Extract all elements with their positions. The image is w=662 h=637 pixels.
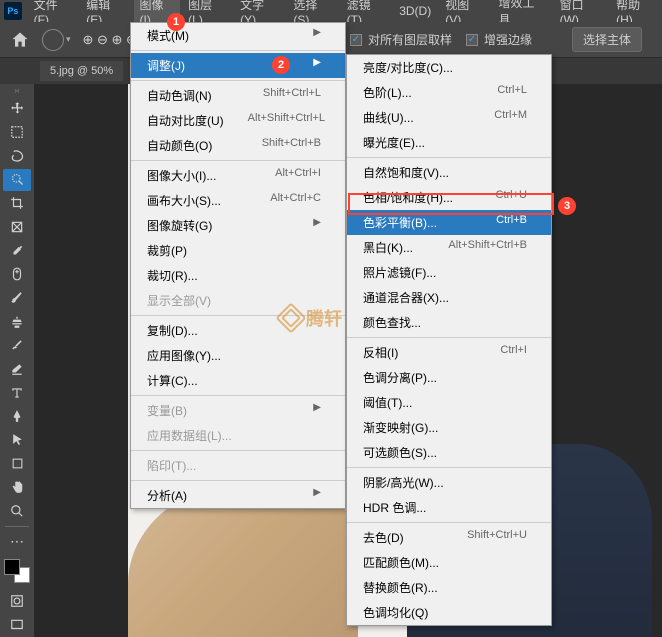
adjustments-submenu: 亮度/对比度(C)... 色阶(L)...Ctrl+L 曲线(U)...Ctrl… — [346, 54, 552, 626]
quick-selection-tool[interactable] — [3, 169, 31, 191]
menu-invert[interactable]: 反相(I)Ctrl+I — [347, 340, 551, 365]
menu-3d[interactable]: 3D(D) — [393, 2, 437, 20]
watermark: 腾轩 — [280, 305, 342, 331]
menu-auto-color[interactable]: 自动颜色(O)Shift+Ctrl+B — [131, 133, 345, 158]
menu-brightness-contrast[interactable]: 亮度/对比度(C)... — [347, 55, 551, 80]
annotation-marker-2: 2 — [272, 56, 290, 74]
eyedropper-tool[interactable] — [3, 240, 31, 262]
menu-black-white[interactable]: 黑白(K)...Alt+Shift+Ctrl+B — [347, 235, 551, 260]
screen-mode-icon[interactable] — [3, 614, 31, 636]
ps-logo: Ps — [4, 2, 22, 20]
menu-match-color[interactable]: 匹配颜色(M)... — [347, 550, 551, 575]
menu-color-balance[interactable]: 色彩平衡(B)...Ctrl+B — [347, 210, 551, 235]
history-brush-tool[interactable] — [3, 334, 31, 356]
menu-canvas-size[interactable]: 画布大小(S)...Alt+Ctrl+C — [131, 188, 345, 213]
separator — [5, 526, 29, 527]
select-subject-button[interactable]: 选择主体 — [572, 27, 642, 52]
shape-tool[interactable] — [3, 453, 31, 475]
eraser-tool[interactable] — [3, 358, 31, 380]
menu-adjustments[interactable]: 调整(J)▶ — [131, 53, 345, 78]
menu-mode[interactable]: 模式(M)▶ — [131, 23, 345, 48]
menu-exposure[interactable]: 曝光度(E)... — [347, 130, 551, 155]
menu-desaturate[interactable]: 去色(D)Shift+Ctrl+U — [347, 525, 551, 550]
clone-stamp-tool[interactable] — [3, 311, 31, 333]
menu-trap: 陷印(T)... — [131, 453, 345, 478]
document-tab[interactable]: 5.jpg @ 50% — [40, 61, 123, 81]
lasso-tool[interactable] — [3, 145, 31, 167]
pen-tool[interactable] — [3, 405, 31, 427]
menu-shadows-highlights[interactable]: 阴影/高光(W)... — [347, 470, 551, 495]
healing-brush-tool[interactable] — [3, 263, 31, 285]
sample-all-checkbox[interactable]: ✓ — [350, 34, 362, 46]
menu-gradient-map[interactable]: 渐变映射(G)... — [347, 415, 551, 440]
brush-tool[interactable] — [3, 287, 31, 309]
menu-rotation[interactable]: 图像旋转(G)▶ — [131, 213, 345, 238]
menu-channel-mixer[interactable]: 通道混合器(X)... — [347, 285, 551, 310]
menu-calculations[interactable]: 计算(C)... — [131, 368, 345, 393]
menu-trim[interactable]: 裁切(R)... — [131, 263, 345, 288]
path-selection-tool[interactable] — [3, 429, 31, 451]
image-menu-dropdown: 模式(M)▶ 调整(J)▶ 自动色调(N)Shift+Ctrl+L 自动对比度(… — [130, 22, 346, 509]
menu-replace-color[interactable]: 替换颜色(R)... — [347, 575, 551, 600]
type-tool[interactable] — [3, 382, 31, 404]
enhance-edge-label: 增强边缘 — [484, 31, 532, 48]
tool-preset-icon[interactable] — [42, 29, 64, 51]
hand-tool[interactable] — [3, 476, 31, 498]
menu-variables: 变量(B)▶ — [131, 398, 345, 423]
menu-selective-color[interactable]: 可选颜色(S)... — [347, 440, 551, 465]
chevron-down-icon[interactable]: ▾ — [66, 34, 71, 45]
menu-auto-contrast[interactable]: 自动对比度(U)Alt+Shift+Ctrl+L — [131, 108, 345, 133]
quickmask-icon[interactable] — [3, 591, 31, 613]
move-tool[interactable] — [3, 98, 31, 120]
home-icon[interactable] — [10, 30, 30, 50]
menu-color-lookup[interactable]: 颜色查找... — [347, 310, 551, 335]
crop-tool[interactable] — [3, 193, 31, 215]
sample-all-label: 对所有图层取样 — [368, 31, 452, 48]
annotation-marker-3: 3 — [558, 197, 576, 215]
menu-equalize[interactable]: 色调均化(Q) — [347, 600, 551, 625]
foreground-color-swatch[interactable] — [4, 559, 20, 575]
menubar: Ps 文件(F) 编辑(E) 图像(I) 图层(L) 文字(Y) 选择(S) 滤… — [0, 0, 662, 22]
enhance-edge-checkbox[interactable]: ✓ — [466, 34, 478, 46]
color-swatches[interactable] — [4, 559, 30, 582]
menu-analysis[interactable]: 分析(A)▶ — [131, 483, 345, 508]
menu-curves[interactable]: 曲线(U)...Ctrl+M — [347, 105, 551, 130]
menu-auto-tone[interactable]: 自动色调(N)Shift+Ctrl+L — [131, 83, 345, 108]
menu-hue-saturation[interactable]: 色相/饱和度(H)...Ctrl+U — [347, 185, 551, 210]
marquee-tool[interactable] — [3, 122, 31, 144]
menu-apply-image[interactable]: 应用图像(Y)... — [131, 343, 345, 368]
menu-threshold[interactable]: 阈值(T)... — [347, 390, 551, 415]
tools-panel: ›‹ ⋯ — [0, 84, 34, 637]
panel-collapse-icon[interactable]: ›‹ — [14, 86, 19, 95]
menu-image-size[interactable]: 图像大小(I)...Alt+Ctrl+I — [131, 163, 345, 188]
annotation-marker-1: 1 — [167, 13, 185, 31]
menu-apply-dataset: 应用数据组(L)... — [131, 423, 345, 448]
menu-photo-filter[interactable]: 照片滤镜(F)... — [347, 260, 551, 285]
edit-toolbar-icon[interactable]: ⋯ — [3, 531, 31, 553]
menu-vibrance[interactable]: 自然饱和度(V)... — [347, 160, 551, 185]
menu-crop[interactable]: 裁剪(P) — [131, 238, 345, 263]
zoom-tool[interactable] — [3, 500, 31, 522]
menu-hdr-toning[interactable]: HDR 色调... — [347, 495, 551, 520]
menu-levels[interactable]: 色阶(L)...Ctrl+L — [347, 80, 551, 105]
menu-posterize[interactable]: 色调分离(P)... — [347, 365, 551, 390]
brush-option-icon[interactable]: ⊕ ⊖ ⊕ ⊖ — [83, 32, 137, 48]
frame-tool[interactable] — [3, 216, 31, 238]
